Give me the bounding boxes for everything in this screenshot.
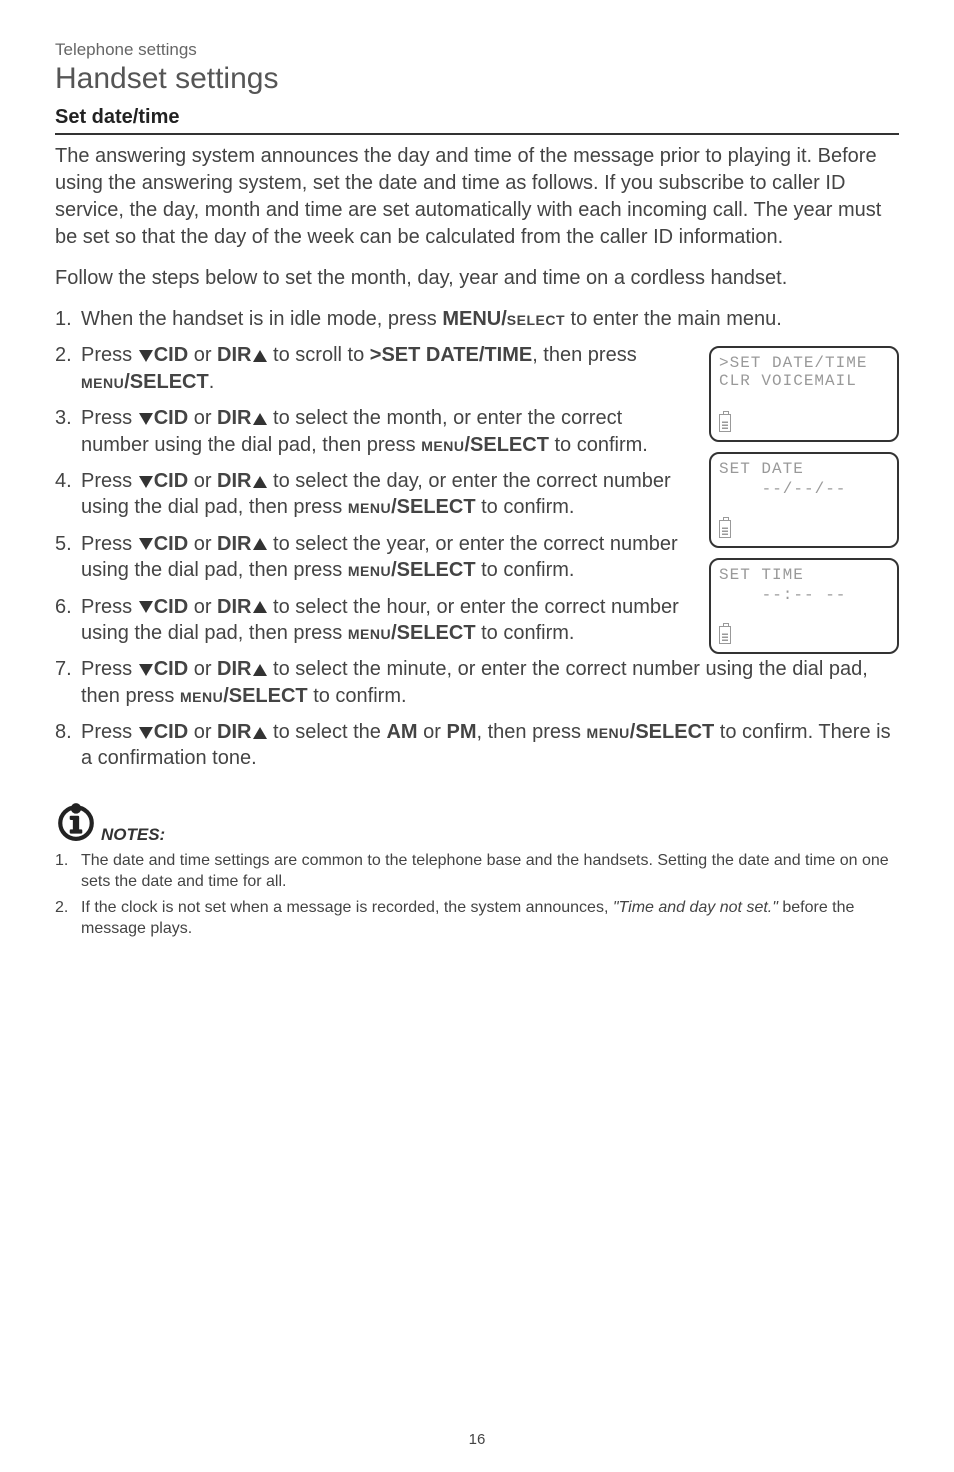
up-arrow-icon: [253, 350, 267, 362]
down-arrow-icon: [139, 664, 153, 676]
page-title: Handset settings: [55, 62, 899, 96]
step-8: Press CID or DIR to select the AM or PM,…: [55, 719, 899, 772]
down-arrow-icon: [139, 727, 153, 739]
lcd-screen-date: SET DATE --/--/--: [709, 452, 899, 548]
up-arrow-icon: [253, 601, 267, 613]
lcd-line: CLR VOICEMAIL: [719, 372, 889, 390]
lcd-line: SET DATE: [719, 460, 889, 478]
steps-list-cont: Press CID or DIR to scroll to >SET DATE/…: [55, 342, 693, 646]
battery-icon: [719, 414, 731, 432]
notes-label: NOTES:: [101, 825, 165, 845]
intro-paragraph-2: Follow the steps below to set the month,…: [55, 265, 899, 292]
step-4: Press CID or DIR to select the day, or e…: [55, 468, 693, 521]
lcd-line: --:-- --: [719, 586, 889, 604]
up-arrow-icon: [253, 664, 267, 676]
down-arrow-icon: [139, 413, 153, 425]
notes-list: The date and time settings are common to…: [55, 851, 899, 940]
lcd-line: >SET DATE/TIME: [719, 354, 889, 372]
page-number: 16: [0, 1431, 954, 1448]
lcd-screen-time: SET TIME --:-- --: [709, 558, 899, 654]
battery-icon: [719, 520, 731, 538]
step-5: Press CID or DIR to select the year, or …: [55, 531, 693, 584]
breadcrumb: Telephone settings: [55, 40, 899, 60]
lcd-line: SET TIME: [719, 566, 889, 584]
notes-block: NOTES: The date and time settings are co…: [55, 800, 899, 940]
battery-icon: [719, 626, 731, 644]
step-7: Press CID or DIR to select the minute, o…: [55, 656, 899, 709]
down-arrow-icon: [139, 476, 153, 488]
intro-paragraph-1: The answering system announces the day a…: [55, 143, 899, 251]
step-6: Press CID or DIR to select the hour, or …: [55, 594, 693, 647]
info-icon: [55, 800, 97, 847]
steps-list: When the handset is in idle mode, press …: [55, 306, 899, 332]
up-arrow-icon: [253, 413, 267, 425]
step-1: When the handset is in idle mode, press …: [55, 306, 899, 332]
lcd-line: --/--/--: [719, 480, 889, 498]
step-2: Press CID or DIR to scroll to >SET DATE/…: [55, 342, 693, 395]
steps-list-cont2: Press CID or DIR to select the minute, o…: [55, 656, 899, 772]
note-1: The date and time settings are common to…: [55, 851, 899, 893]
step-3: Press CID or DIR to select the month, or…: [55, 405, 693, 458]
up-arrow-icon: [253, 538, 267, 550]
down-arrow-icon: [139, 350, 153, 362]
down-arrow-icon: [139, 538, 153, 550]
up-arrow-icon: [253, 476, 267, 488]
section-title: Set date/time: [55, 106, 899, 135]
lcd-screen-menu: >SET DATE/TIME CLR VOICEMAIL: [709, 346, 899, 442]
down-arrow-icon: [139, 601, 153, 613]
up-arrow-icon: [253, 727, 267, 739]
note-2: If the clock is not set when a message i…: [55, 898, 899, 940]
